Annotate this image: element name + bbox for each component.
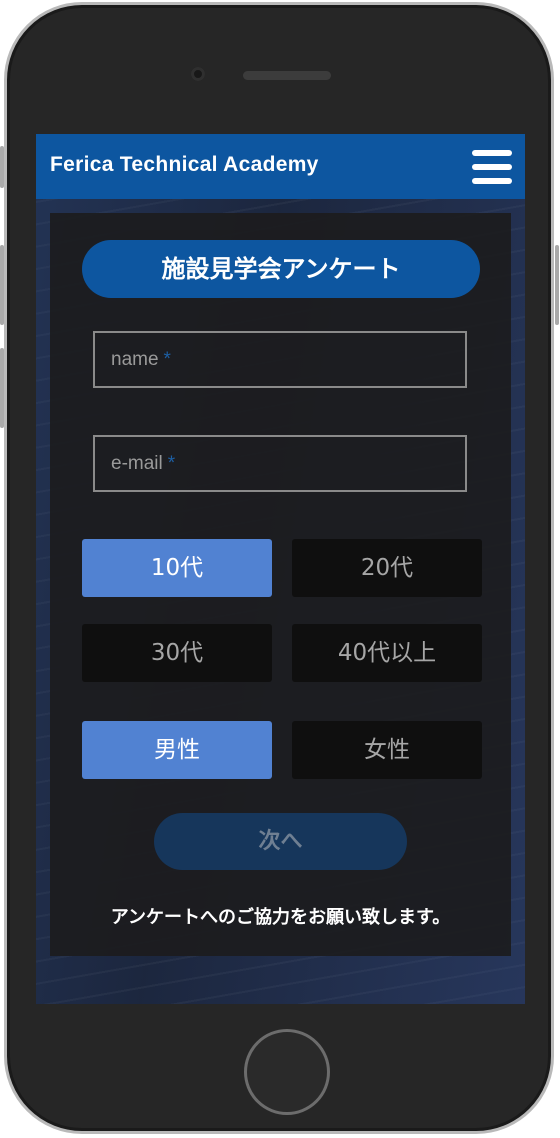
name-field[interactable]: name * xyxy=(93,331,467,388)
age-option-30s[interactable]: 30代 xyxy=(82,624,272,682)
next-button[interactable]: 次へ xyxy=(154,813,407,870)
survey-title: 施設見学会アンケート xyxy=(82,240,480,298)
header-bar: Ferica Technical Academy xyxy=(36,134,525,199)
app-screen: Ferica Technical Academy 施設見学会アンケート name… xyxy=(36,134,525,1004)
speaker-grille xyxy=(243,71,331,80)
email-field[interactable]: e-mail * xyxy=(93,435,467,492)
home-button[interactable] xyxy=(244,1029,330,1115)
age-option-10s[interactable]: 10代 xyxy=(82,539,272,597)
required-mark: * xyxy=(167,453,176,474)
volume-down-button[interactable] xyxy=(0,348,4,428)
menu-icon[interactable] xyxy=(472,150,512,184)
survey-panel: 施設見学会アンケート name * e-mail * 10代 20代 30代 40代… xyxy=(50,213,511,956)
email-placeholder: e-mail xyxy=(111,453,163,474)
name-placeholder: name xyxy=(111,349,159,370)
footer-note: アンケートへのご協力をお願い致します。 xyxy=(110,907,451,928)
age-option-40s-plus[interactable]: 40代以上 xyxy=(292,624,482,682)
gender-option-female[interactable]: 女性 xyxy=(292,721,482,779)
power-button[interactable] xyxy=(555,245,559,325)
gender-option-male[interactable]: 男性 xyxy=(82,721,272,779)
volume-up-button[interactable] xyxy=(0,245,4,325)
mute-switch[interactable] xyxy=(0,146,4,188)
age-option-20s[interactable]: 20代 xyxy=(292,539,482,597)
required-mark: * xyxy=(163,349,171,370)
camera-icon xyxy=(191,67,205,81)
site-title[interactable]: Ferica Technical Academy xyxy=(50,153,319,177)
